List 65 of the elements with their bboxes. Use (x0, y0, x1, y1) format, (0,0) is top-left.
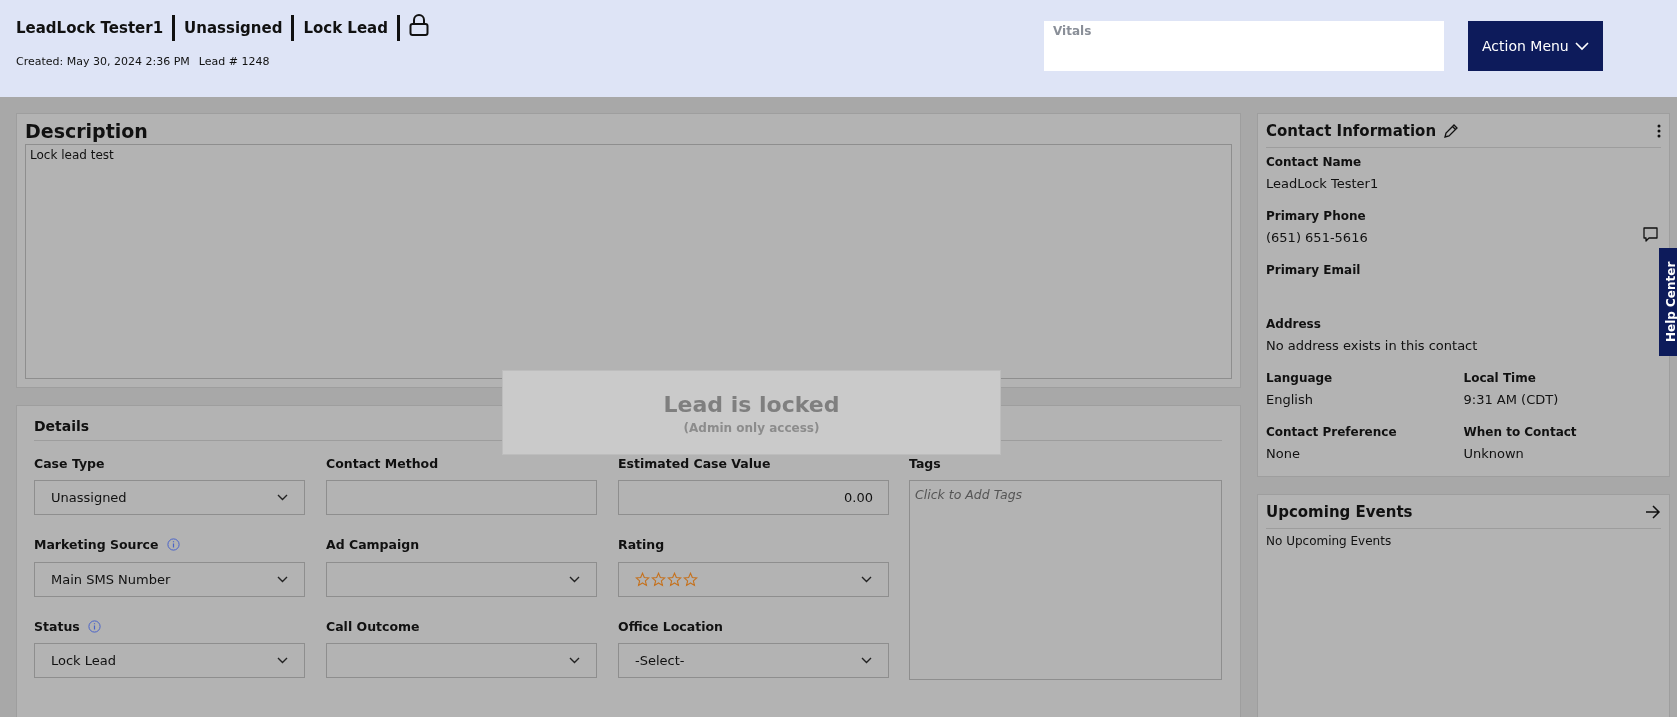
field-label: Estimated Case Value (618, 455, 771, 471)
contact-value: LeadLock Tester1 (1266, 175, 1379, 191)
header-title: Lock Lead (303, 19, 388, 37)
contact-title: Contact Information (1266, 122, 1437, 140)
contact-label: Primary Email (1266, 263, 1362, 277)
chevron-down-icon (1575, 41, 1589, 51)
arrow-right-icon[interactable] (1645, 505, 1661, 519)
lead-number: Lead # 1248 (198, 55, 270, 68)
contact-value: No address exists in this contact (1266, 337, 1478, 353)
field-label: Case Type (34, 455, 105, 471)
chevron-down-icon (569, 575, 580, 583)
chevron-down-icon (569, 657, 580, 665)
select-field[interactable]: Unassigned (34, 480, 305, 515)
action-menu-button[interactable]: Action Menu (1468, 21, 1603, 71)
created-date: Created: May 30, 2024 2:36 PM (16, 55, 190, 68)
contact-value: (651) 651-5616 (1266, 229, 1368, 245)
star-icon (651, 571, 666, 587)
contact-label: Contact Name (1266, 155, 1363, 169)
rating-select[interactable] (618, 561, 889, 597)
chat-icon[interactable] (1642, 226, 1659, 243)
contact-label: Language (1266, 371, 1334, 385)
field-label: Call Outcome (326, 618, 420, 634)
pencil-icon[interactable] (1443, 123, 1460, 139)
star-icon (635, 571, 650, 587)
field-label: Tags (909, 455, 941, 471)
info-icon[interactable] (166, 538, 180, 552)
contact-label: Contact Preference (1266, 425, 1398, 439)
chevron-down-icon (277, 657, 288, 665)
description-title: Description (25, 120, 149, 142)
input-field[interactable]: 0.00 (618, 480, 889, 515)
events-title: Upcoming Events (1266, 503, 1413, 521)
field-label: Rating (618, 537, 665, 553)
field-label: Ad Campaign (326, 537, 420, 553)
tags-field[interactable]: Click to Add Tags (909, 480, 1222, 680)
select-field[interactable]: Main SMS Number (34, 561, 305, 597)
field-label: Contact Method (326, 455, 439, 471)
field-label: Office Location (618, 618, 723, 634)
more-icon[interactable] (1657, 124, 1661, 138)
field-label: Marketing Source (34, 537, 159, 553)
contact-value: English (1266, 391, 1313, 407)
no-events-text: No Upcoming Events (1266, 533, 1393, 548)
contact-label: When to Contact (1463, 425, 1578, 439)
chevron-down-icon (861, 575, 872, 583)
field-label: Status (34, 618, 80, 634)
header-title: Unassigned (184, 19, 283, 37)
notice-title: Lead is locked (663, 392, 840, 417)
chevron-down-icon (277, 494, 288, 501)
star-icon (683, 571, 698, 587)
contact-value: Unknown (1463, 445, 1524, 461)
notice-subtitle: (Admin only access) (683, 421, 820, 435)
select-field[interactable]: -Select- (618, 643, 889, 679)
select-field[interactable] (326, 561, 597, 597)
contact-label: Primary Phone (1266, 209, 1367, 223)
info-icon[interactable] (87, 619, 101, 633)
input-field[interactable] (326, 480, 597, 515)
contact-label: Address (1266, 317, 1322, 331)
select-field[interactable]: Lock Lead (34, 643, 305, 679)
select-field[interactable] (326, 643, 597, 679)
contact-value: 9:31 AM (CDT) (1463, 391, 1559, 407)
header-title: LeadLock Tester1 (16, 19, 164, 37)
chevron-down-icon (861, 657, 872, 665)
contact-value: None (1266, 445, 1300, 461)
contact-label: Local Time (1463, 371, 1537, 385)
chevron-down-icon (277, 575, 288, 583)
star-icon (667, 571, 682, 587)
